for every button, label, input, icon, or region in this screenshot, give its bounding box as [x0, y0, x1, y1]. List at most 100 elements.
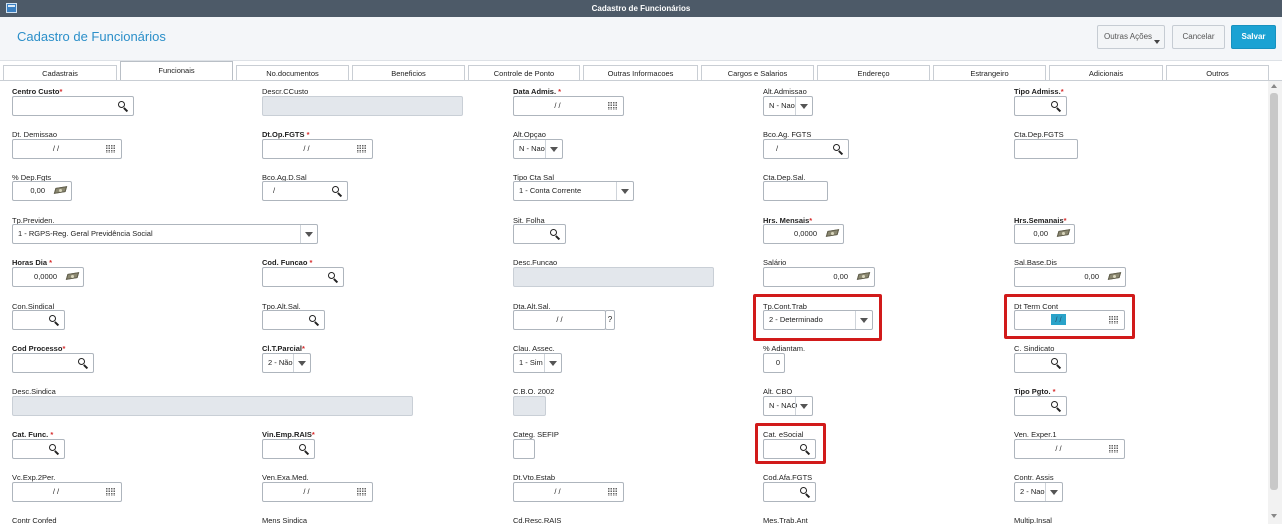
ven-exa-med-input[interactable]: / /: [262, 482, 373, 502]
desc-sindica-field: [12, 396, 413, 416]
chevron-down-icon[interactable]: [795, 97, 812, 115]
cat-func-input[interactable]: [12, 439, 65, 459]
tab-cadastrais[interactable]: Cadastrais: [3, 65, 117, 80]
categ-sefip-input[interactable]: [513, 439, 535, 459]
c-sindicato-input[interactable]: [1014, 353, 1067, 373]
highlight-box-dt-term-cont: [1004, 294, 1135, 339]
horas-dia-input[interactable]: 0,0000: [12, 267, 84, 287]
money-icon[interactable]: [1105, 268, 1125, 286]
search-icon[interactable]: [828, 140, 848, 158]
chevron-down-icon[interactable]: [795, 397, 812, 415]
pct-dep-fgts-input[interactable]: 0,00: [12, 181, 72, 201]
tab-beneficios[interactable]: Beneficios: [352, 65, 465, 80]
alt-cbo-select[interactable]: N - NAO: [763, 396, 813, 416]
centro-custo-input[interactable]: [12, 96, 134, 116]
bco-ag-d-sal-input[interactable]: /: [262, 181, 348, 201]
calendar-icon[interactable]: [603, 97, 623, 115]
vin-emp-rais-input[interactable]: [262, 439, 315, 459]
tpo-alt-sal-input[interactable]: [262, 310, 325, 330]
money-icon[interactable]: [854, 268, 874, 286]
search-icon[interactable]: [327, 182, 347, 200]
tab-no-documentos[interactable]: No.documentos: [236, 65, 349, 80]
chevron-down-icon[interactable]: [300, 225, 317, 243]
search-icon[interactable]: [795, 483, 815, 501]
tab-endereco[interactable]: Endereço: [817, 65, 930, 80]
dt-demissao-input[interactable]: / /: [12, 139, 122, 159]
window-title: Cadastro de Funcionários: [591, 4, 691, 13]
tab-cargos-e-salarios[interactable]: Cargos e Salarios: [701, 65, 814, 80]
search-icon[interactable]: [1046, 97, 1066, 115]
money-icon[interactable]: [823, 225, 843, 243]
alt-admissao-select[interactable]: N - Nao: [763, 96, 813, 116]
calendar-icon[interactable]: [352, 483, 372, 501]
tab-adicionais[interactable]: Adicionais: [1049, 65, 1163, 80]
cancel-button[interactable]: Cancelar: [1172, 25, 1225, 49]
help-button[interactable]: ?: [605, 310, 615, 330]
calendar-icon[interactable]: [101, 483, 121, 501]
tipo-pgto-input[interactable]: [1014, 396, 1067, 416]
tab-estrangeiro[interactable]: Estrangeiro: [933, 65, 1046, 80]
scroll-down-icon[interactable]: [1271, 514, 1277, 518]
money-icon[interactable]: [63, 268, 83, 286]
pct-adiantam-label: % Adiantam.: [763, 344, 806, 353]
search-icon[interactable]: [545, 225, 565, 243]
dta-alt-sal-input[interactable]: / /: [513, 310, 606, 330]
calendar-icon[interactable]: [1104, 440, 1124, 458]
chevron-down-icon[interactable]: [544, 354, 561, 372]
contr-assis-select[interactable]: 2 - Nao: [1014, 482, 1063, 502]
bco-ag-fgts-input[interactable]: /: [763, 139, 849, 159]
pct-adiantam-input[interactable]: 0: [763, 353, 785, 373]
search-icon[interactable]: [44, 311, 64, 329]
search-icon[interactable]: [294, 440, 314, 458]
search-icon[interactable]: [73, 354, 93, 372]
chevron-down-icon[interactable]: [293, 354, 310, 372]
dt-vto-estab-input[interactable]: / /: [513, 482, 624, 502]
scroll-up-icon[interactable]: [1271, 84, 1277, 88]
alt-opcao-label: Alt.Opçao: [513, 130, 546, 139]
search-icon[interactable]: [323, 268, 343, 286]
tipo-admiss-input[interactable]: [1014, 96, 1067, 116]
calendar-icon[interactable]: [352, 140, 372, 158]
tab-outras-informacoes[interactable]: Outras Informacoes: [583, 65, 698, 80]
horas-dia-label: Horas Dia *: [12, 258, 53, 267]
vc-exp-2per-input[interactable]: / /: [12, 482, 122, 502]
chevron-down-icon[interactable]: [545, 140, 562, 158]
cbo-2002-field: [513, 396, 546, 416]
calendar-icon[interactable]: [101, 140, 121, 158]
ven-exper-1-input[interactable]: / /: [1014, 439, 1125, 459]
search-icon[interactable]: [1046, 397, 1066, 415]
cta-dep-fgts-input[interactable]: [1014, 139, 1078, 159]
data-admis-input[interactable]: / /: [513, 96, 624, 116]
tab-controle-de-ponto[interactable]: Controle de Ponto: [468, 65, 580, 80]
scrollbar-thumb[interactable]: [1270, 93, 1278, 490]
hrs-semanais-input[interactable]: 0,00: [1014, 224, 1075, 244]
cod-funcao-input[interactable]: [262, 267, 344, 287]
search-icon[interactable]: [113, 97, 133, 115]
chevron-down-icon[interactable]: [616, 182, 633, 200]
dt-op-fgts-input[interactable]: / /: [262, 139, 373, 159]
tab-outros[interactable]: Outros: [1166, 65, 1269, 80]
calendar-icon[interactable]: [603, 483, 623, 501]
con-sindical-input[interactable]: [12, 310, 65, 330]
tp-previden-select[interactable]: 1 - RGPS-Reg. Geral Previdência Social: [12, 224, 318, 244]
tab-funcionais[interactable]: Funcionais: [120, 61, 233, 81]
cta-dep-sal-input[interactable]: [763, 181, 828, 201]
search-icon[interactable]: [1046, 354, 1066, 372]
clt-parcial-select[interactable]: 2 - Não: [262, 353, 311, 373]
search-icon[interactable]: [44, 440, 64, 458]
money-icon[interactable]: [51, 182, 71, 200]
other-actions-button[interactable]: Outras Ações: [1097, 25, 1165, 49]
cod-afa-fgts-input[interactable]: [763, 482, 816, 502]
hrs-mensais-input[interactable]: 0,0000: [763, 224, 844, 244]
sal-base-dis-input[interactable]: 0,00: [1014, 267, 1126, 287]
chevron-down-icon[interactable]: [1045, 483, 1062, 501]
sit-folha-input[interactable]: [513, 224, 566, 244]
alt-opcao-select[interactable]: N - Nao: [513, 139, 563, 159]
cod-processo-input[interactable]: [12, 353, 94, 373]
clau-assec-select[interactable]: 1 - Sim: [513, 353, 562, 373]
search-icon[interactable]: [304, 311, 324, 329]
save-button[interactable]: Salvar: [1231, 25, 1276, 49]
tipo-cta-sal-select[interactable]: 1 - Conta Corrente: [513, 181, 634, 201]
salario-input[interactable]: 0,00: [763, 267, 875, 287]
money-icon[interactable]: [1054, 225, 1074, 243]
